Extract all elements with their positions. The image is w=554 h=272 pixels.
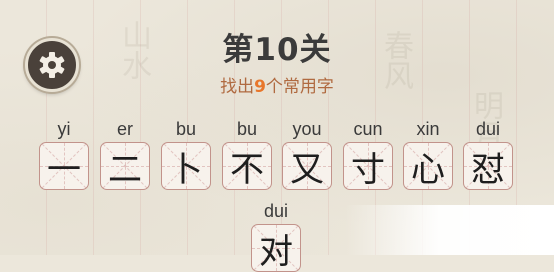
tile-box[interactable]: 寸 (343, 142, 393, 190)
tile-character: 二 (108, 149, 142, 190)
level-objective: 找出9个常用字 (0, 72, 554, 97)
character-tile[interactable]: xin 心 (401, 118, 455, 190)
tile-pinyin: bu (236, 119, 258, 139)
tile-character: 不 (230, 149, 264, 190)
target-count: 9 (254, 77, 266, 97)
character-tile[interactable]: you 又 (280, 118, 334, 190)
tile-pinyin: dui (475, 119, 501, 139)
tile-box[interactable]: 心 (403, 142, 453, 190)
character-tile[interactable]: er 二 (98, 118, 152, 190)
character-tile[interactable]: dui 怼 (461, 118, 515, 190)
tile-character: 对 (259, 231, 293, 272)
tile-character: 心 (411, 149, 445, 190)
tile-character: 寸 (351, 149, 385, 190)
tile-pinyin: yi (57, 119, 71, 139)
tile-box[interactable]: 又 (282, 142, 332, 190)
tile-box[interactable]: 怼 (463, 142, 513, 190)
character-tile[interactable]: yi 一 (37, 118, 91, 190)
tile-pinyin: xin (416, 119, 440, 139)
tile-character: 一 (47, 149, 81, 190)
tile-pinyin: cun (353, 119, 383, 139)
level-title: 第10关 (222, 32, 332, 68)
tile-box[interactable]: 对 (251, 224, 301, 272)
tile-box[interactable]: 卜 (161, 142, 211, 190)
character-tile[interactable]: bu 不 (220, 118, 274, 190)
character-tile[interactable]: bu 卜 (159, 118, 213, 190)
tile-box[interactable]: 二 (100, 142, 150, 190)
character-tile[interactable]: dui 对 (249, 200, 303, 272)
objective-prefix: 找出 (220, 77, 255, 97)
objective-suffix: 个常用字 (265, 77, 334, 97)
character-tile[interactable]: cun 寸 (341, 118, 395, 190)
tile-box[interactable]: 一 (39, 142, 89, 190)
tile-pinyin: dui (263, 201, 289, 221)
tile-character: 卜 (169, 149, 203, 190)
tile-character: 又 (290, 149, 324, 190)
tile-pinyin: er (116, 119, 133, 139)
tile-character: 怼 (471, 149, 505, 190)
tile-box[interactable]: 不 (222, 142, 272, 190)
tile-pinyin: you (292, 119, 322, 139)
tile-pinyin: bu (175, 119, 197, 139)
